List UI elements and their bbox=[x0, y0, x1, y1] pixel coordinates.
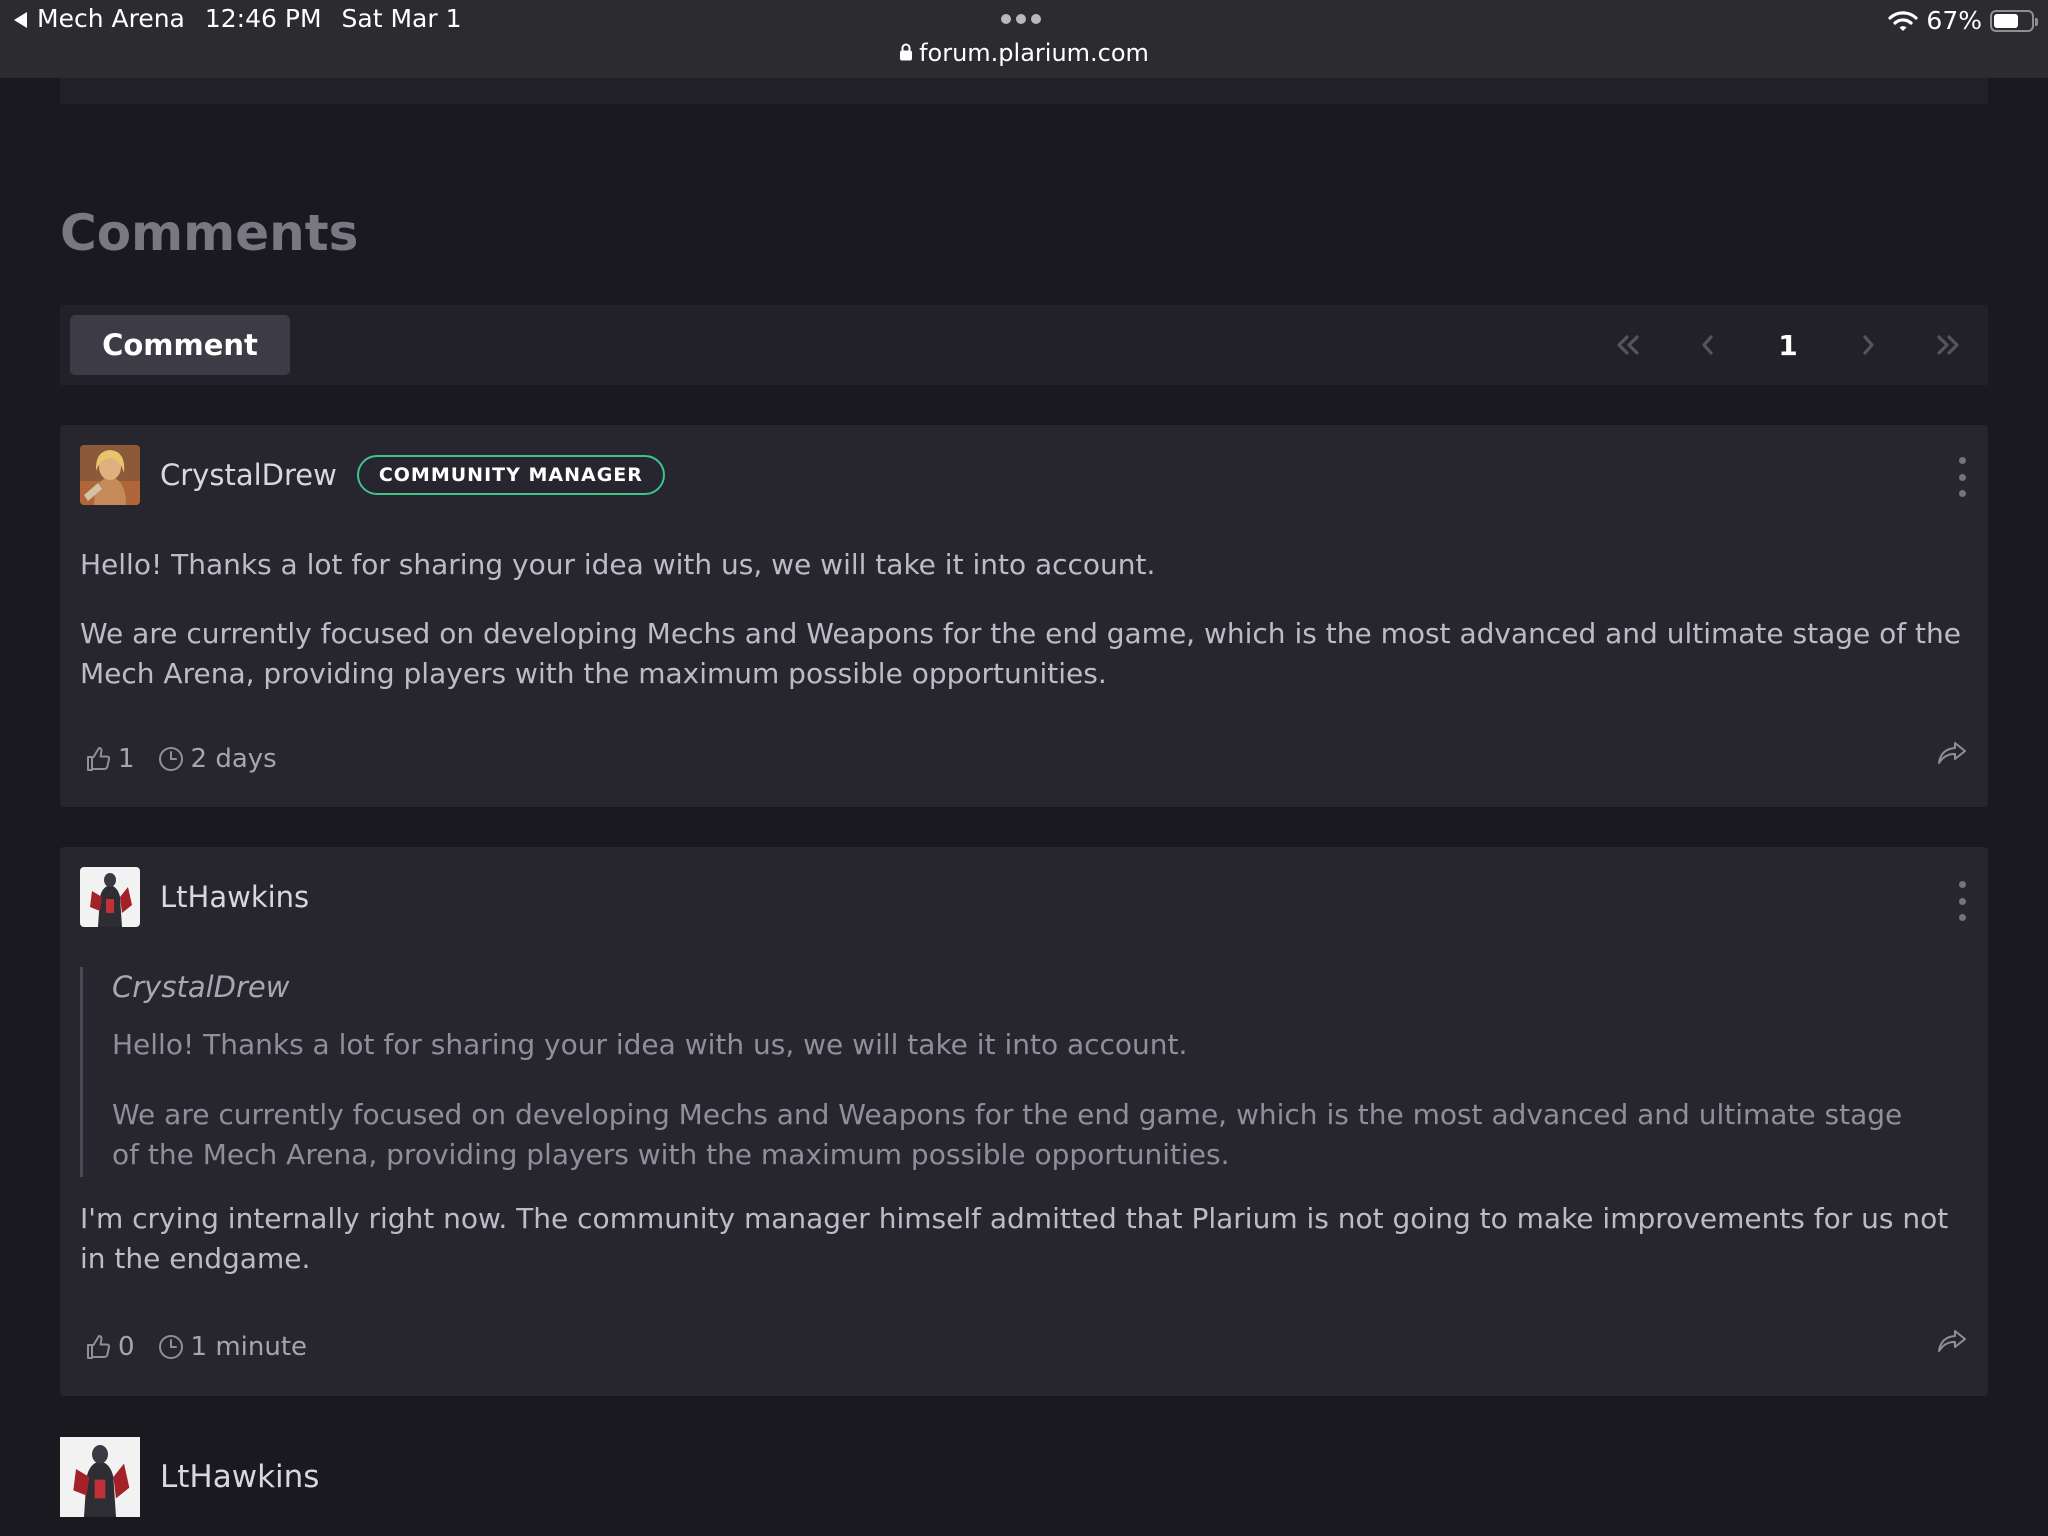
clock-icon bbox=[158, 747, 183, 771]
like-count: 1 bbox=[118, 744, 135, 774]
current-page[interactable]: 1 bbox=[1748, 305, 1828, 385]
comment-header: LtHawkins bbox=[60, 1437, 319, 1517]
comment-time: 2 days bbox=[190, 744, 277, 774]
avatar[interactable] bbox=[80, 445, 140, 505]
share-icon[interactable] bbox=[1936, 739, 1968, 767]
comment-header: CrystalDrew COMMUNITY MANAGER bbox=[80, 445, 665, 505]
previous-page-button[interactable] bbox=[1668, 305, 1748, 385]
battery-percent: 67% bbox=[1926, 6, 1982, 35]
comment-author[interactable]: LtHawkins bbox=[160, 880, 309, 914]
wifi-icon bbox=[1888, 10, 1919, 31]
chevron-right-icon bbox=[1863, 335, 1874, 355]
comment-author[interactable]: LtHawkins bbox=[160, 1459, 319, 1495]
status-date: Sat Mar 1 bbox=[341, 4, 462, 33]
url-text: forum.plarium.com bbox=[919, 39, 1149, 67]
status-time: 12:46 PM bbox=[204, 4, 322, 33]
comment-card: LtHawkins CrystalDrew Hello! Thanks a lo… bbox=[60, 847, 1988, 1396]
more-options-icon[interactable] bbox=[1956, 881, 1968, 921]
address-bar[interactable]: forum.plarium.com bbox=[0, 39, 2048, 67]
next-page-button[interactable] bbox=[1828, 305, 1908, 385]
double-chevron-left-icon bbox=[1617, 335, 1639, 355]
comment-card: CrystalDrew COMMUNITY MANAGER Hello! Tha… bbox=[60, 425, 1988, 807]
community-manager-badge: COMMUNITY MANAGER bbox=[356, 455, 665, 495]
like-count: 0 bbox=[118, 1332, 135, 1362]
comment-time: 1 minute bbox=[190, 1332, 308, 1362]
comment-text: Hello! Thanks a lot for sharing your ide… bbox=[80, 548, 1156, 581]
status-bar-left: Mech Arena 12:46 PM Sat Mar 1 bbox=[14, 4, 461, 33]
quoted-comment: CrystalDrew Hello! Thanks a lot for shar… bbox=[80, 967, 1968, 1177]
avatar[interactable] bbox=[80, 867, 140, 927]
quote-text: We are currently focused on developing M… bbox=[112, 1098, 1903, 1171]
back-arrow-icon[interactable] bbox=[14, 11, 27, 28]
thumbs-up-icon[interactable] bbox=[84, 745, 112, 773]
lock-icon bbox=[900, 43, 913, 61]
first-page-button[interactable] bbox=[1588, 305, 1668, 385]
more-options-icon[interactable] bbox=[1956, 457, 1968, 497]
quote-text: Hello! Thanks a lot for sharing your ide… bbox=[112, 1028, 1188, 1061]
share-icon[interactable] bbox=[1936, 1327, 1968, 1355]
comments-toolbar: Comment 1 bbox=[60, 305, 1988, 385]
previous-post-panel-edge bbox=[60, 78, 1988, 104]
comment-author[interactable]: CrystalDrew bbox=[160, 458, 337, 492]
avatar[interactable] bbox=[60, 1437, 140, 1517]
last-page-button[interactable] bbox=[1908, 305, 1988, 385]
comment-button[interactable]: Comment bbox=[70, 315, 290, 375]
chevron-left-icon bbox=[1702, 335, 1713, 355]
comment-text: I'm crying internally right now. The com… bbox=[80, 1202, 1949, 1275]
double-chevron-right-icon bbox=[1937, 335, 1959, 355]
comment-meta: 1 2 days bbox=[84, 741, 277, 777]
comment-header: LtHawkins bbox=[80, 867, 309, 927]
thumbs-up-icon[interactable] bbox=[84, 1333, 112, 1361]
multitasking-dots-icon[interactable] bbox=[1001, 14, 1041, 24]
quote-author: CrystalDrew bbox=[112, 970, 290, 1004]
comment-text: We are currently focused on developing M… bbox=[80, 617, 1962, 690]
pagination: 1 bbox=[1588, 305, 1988, 385]
back-to-app-label[interactable]: Mech Arena bbox=[37, 4, 185, 33]
status-bar: Mech Arena 12:46 PM Sat Mar 1 forum.plar… bbox=[0, 0, 2048, 78]
status-bar-right: 67% bbox=[1888, 6, 2038, 35]
comments-heading: Comments bbox=[60, 204, 359, 262]
comment-meta: 0 1 minute bbox=[84, 1329, 307, 1365]
battery-icon bbox=[1990, 9, 2038, 32]
clock-icon bbox=[158, 1335, 183, 1359]
